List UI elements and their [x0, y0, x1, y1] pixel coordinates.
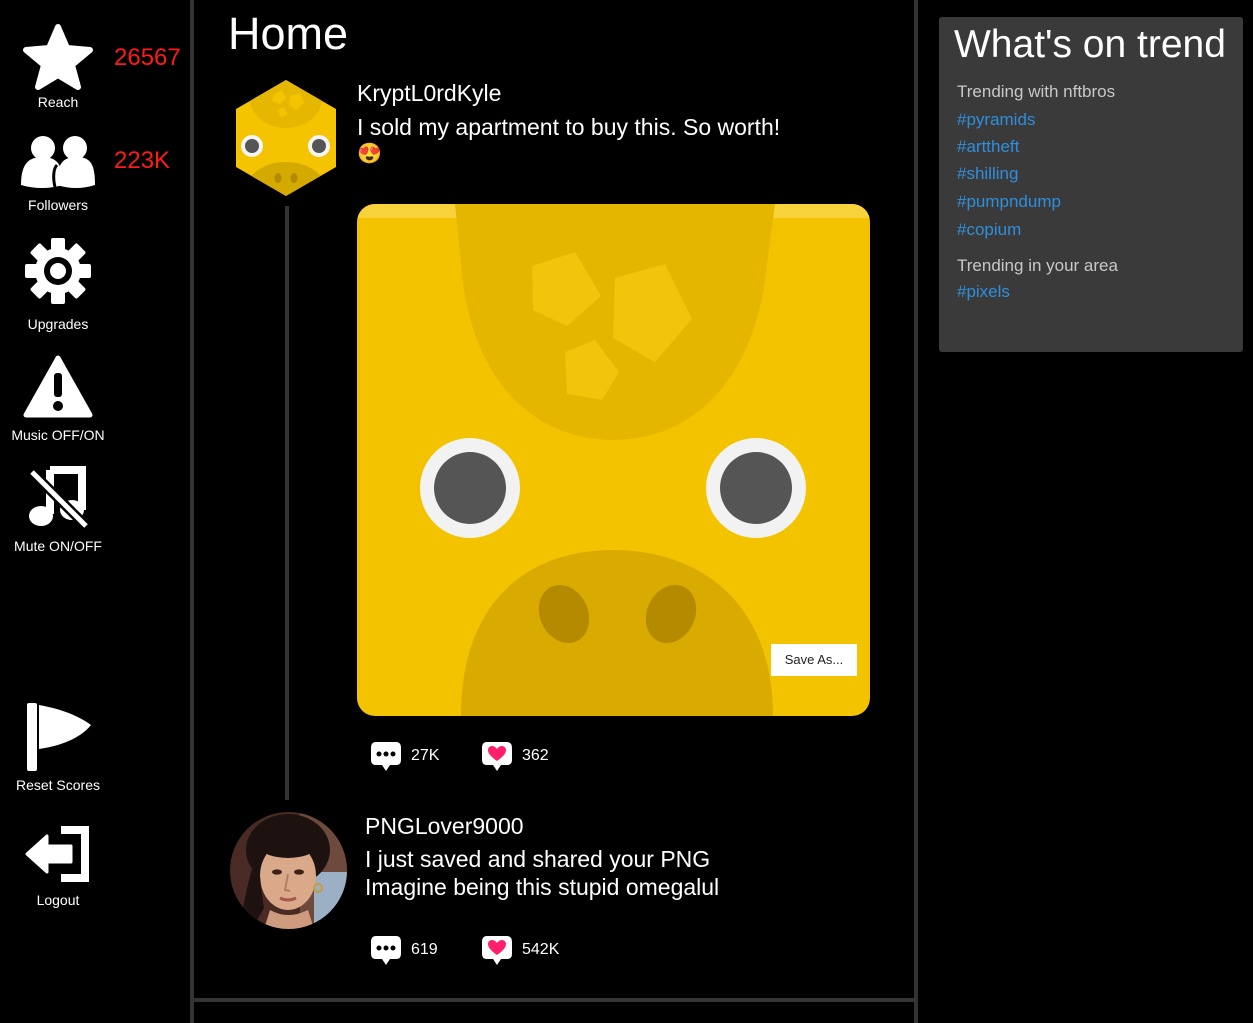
reset-scores-label: Reset Scores — [15, 777, 101, 793]
warning-icon — [23, 355, 93, 418]
followers-label: Followers — [28, 197, 88, 213]
trends-section-area: Trending in your area — [957, 256, 1118, 275]
post-image[interactable] — [357, 204, 870, 716]
heart-icon — [482, 936, 512, 965]
star-icon — [23, 24, 93, 90]
music-label: Music OFF/ON — [11, 427, 105, 443]
comment-icon — [371, 742, 401, 771]
post-avatar[interactable] — [234, 78, 338, 198]
trends-section-nftbros: Trending with nftbros — [957, 82, 1116, 101]
music-toggle-button[interactable]: Music OFF/ON — [0, 355, 116, 443]
feed-bottom-divider — [194, 998, 914, 1002]
reach-button[interactable]: Reach — [0, 24, 116, 110]
reply-comment-count: 619 — [411, 941, 438, 958]
logout-label: Logout — [36, 892, 80, 908]
page-title: Home — [228, 8, 349, 59]
post-comment-count: 27K — [411, 747, 440, 764]
reply-like-count: 542K — [522, 941, 560, 958]
reply-text-line-1: I just saved and shared your PNG — [365, 846, 711, 872]
reach-count: 26567 — [114, 44, 181, 71]
sidebar-divider — [190, 0, 194, 1023]
post-emoji: 😍 — [357, 143, 382, 165]
feed-right-divider — [914, 0, 918, 1023]
post-like-count: 362 — [522, 747, 549, 764]
music-off-icon — [28, 466, 90, 530]
flag-icon — [27, 703, 91, 771]
followers-button[interactable]: Followers — [0, 135, 116, 213]
gear-icon — [25, 238, 91, 304]
save-as-button[interactable]: Save As... — [771, 644, 857, 676]
post-text: I sold my apartment to buy this. So wort… — [357, 114, 781, 140]
reset-scores-button[interactable]: Reset Scores — [0, 701, 116, 793]
trend-tag[interactable]: #copium — [957, 220, 1021, 240]
followers-icon — [21, 136, 95, 188]
trend-tag[interactable]: #shilling — [957, 164, 1018, 184]
trend-tag[interactable]: #arttheft — [957, 137, 1019, 157]
trends-panel: What's on trend Trending with nftbros #p… — [939, 17, 1243, 352]
comment-icon — [371, 936, 401, 965]
trends-title: What's on trend — [954, 23, 1226, 66]
reply-avatar[interactable] — [230, 812, 347, 929]
logout-icon — [25, 826, 89, 882]
reach-label: Reach — [37, 94, 79, 110]
reply-like-button[interactable] — [481, 934, 513, 966]
post-like-button[interactable] — [481, 740, 513, 772]
mute-toggle-button[interactable]: Mute ON/OFF — [0, 466, 116, 554]
thread-line — [285, 206, 289, 800]
post-comment-button[interactable] — [370, 740, 402, 772]
trend-tag[interactable]: #pyramids — [957, 110, 1035, 130]
upgrades-button[interactable]: Upgrades — [0, 238, 116, 332]
reply-username[interactable]: PNGLover9000 — [365, 813, 524, 840]
giraffe-image — [357, 204, 870, 716]
portrait-avatar — [230, 812, 347, 929]
trend-tag[interactable]: #pixels — [957, 282, 1010, 302]
giraffe-avatar-icon — [236, 80, 336, 196]
logout-button[interactable]: Logout — [0, 824, 116, 908]
post-username[interactable]: KryptL0rdKyle — [357, 80, 501, 107]
reply-comment-button[interactable] — [370, 934, 402, 966]
heart-icon — [482, 742, 512, 771]
trend-tag[interactable]: #pumpndump — [957, 192, 1061, 212]
followers-count: 223K — [114, 147, 171, 174]
upgrades-label: Upgrades — [27, 316, 89, 332]
mute-label: Mute ON/OFF — [14, 538, 102, 554]
reply-text-line-2: Imagine being this stupid omegalul — [365, 874, 720, 900]
